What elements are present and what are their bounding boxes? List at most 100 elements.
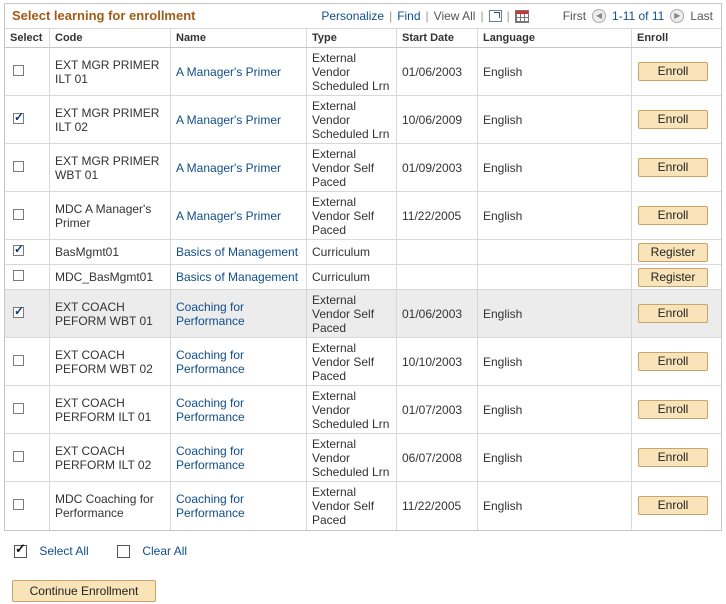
- select-cell: [5, 337, 50, 386]
- register-button[interactable]: Register: [638, 242, 708, 262]
- register-button[interactable]: Register: [638, 267, 708, 287]
- language-cell: English: [477, 95, 632, 144]
- start-date-cell: 11/22/2005: [396, 481, 478, 530]
- name-cell: A Manager's Primer: [170, 191, 307, 240]
- start-date-cell: 10/10/2003: [396, 337, 478, 386]
- enroll-cell: Enroll: [631, 337, 721, 386]
- find-link[interactable]: Find: [397, 9, 420, 23]
- clear-all-link[interactable]: Clear All: [142, 544, 187, 558]
- enroll-button[interactable]: Enroll: [638, 304, 708, 323]
- type-cell: External Vendor Self Paced: [306, 143, 397, 192]
- learning-name-link[interactable]: Basics of Management: [176, 270, 298, 284]
- table-row: BasMgmt01 Basics of Management Curriculum R…: [5, 239, 721, 265]
- grid-download-icon[interactable]: [514, 9, 529, 23]
- name-cell: Basics of Management: [170, 239, 307, 265]
- enroll-button[interactable]: Enroll: [638, 158, 708, 177]
- name-cell: A Manager's Primer: [170, 95, 307, 144]
- learning-name-link[interactable]: Coaching for Performance: [176, 444, 245, 472]
- next-icon[interactable]: ▶: [670, 9, 685, 23]
- code-cell: EXT COACH PEFORM WBT 01: [49, 289, 171, 338]
- select-checkbox[interactable]: [13, 450, 24, 462]
- enroll-cell: Enroll: [631, 433, 721, 482]
- clear-all-control[interactable]: Clear All: [117, 544, 187, 559]
- table-row: EXT COACH PEFORM WBT 02 Coaching for Perf…: [5, 337, 721, 386]
- previous-icon[interactable]: ◀: [592, 9, 607, 23]
- start-date-cell: 06/07/2008: [396, 433, 478, 482]
- enroll-button[interactable]: Enroll: [638, 62, 708, 81]
- enroll-cell: Enroll: [631, 47, 721, 96]
- select-all-control[interactable]: Select All: [14, 541, 89, 559]
- code-cell: EXT MGR PRIMER ILT 02: [49, 95, 171, 144]
- select-checkbox[interactable]: [13, 110, 24, 124]
- col-start-date: Start Date: [396, 29, 478, 48]
- select-checkbox[interactable]: [13, 498, 24, 510]
- language-cell: English: [477, 289, 632, 338]
- select-all-checkbox-icon: [14, 541, 27, 559]
- table-row: EXT MGR PRIMER WBT 01 A Manager's Primer E…: [5, 143, 721, 192]
- select-checkbox[interactable]: [13, 64, 24, 76]
- row-range: 1-11 of 11: [612, 9, 665, 23]
- type-cell: External Vendor Self Paced: [306, 337, 397, 386]
- code-cell: EXT MGR PRIMER ILT 01: [49, 47, 171, 96]
- col-language: Language: [477, 29, 632, 48]
- enroll-button[interactable]: Enroll: [638, 110, 708, 129]
- learning-name-link[interactable]: Coaching for Performance: [176, 396, 245, 424]
- learning-name-link[interactable]: Coaching for Performance: [176, 300, 245, 328]
- code-cell: MDC_BasMgmt01: [49, 264, 171, 290]
- first-link[interactable]: First: [563, 9, 586, 23]
- enroll-button[interactable]: Enroll: [638, 352, 708, 371]
- enrollment-grid: Select learning for enrollment Personali…: [4, 3, 722, 531]
- view-all-link[interactable]: View All: [434, 9, 476, 23]
- name-cell: A Manager's Primer: [170, 47, 307, 96]
- select-checkbox[interactable]: [13, 270, 24, 281]
- learning-name-link[interactable]: A Manager's Primer: [176, 161, 281, 175]
- learning-name-link[interactable]: A Manager's Primer: [176, 65, 281, 79]
- table-row: EXT MGR PRIMER ILT 01 A Manager's Primer E…: [5, 47, 721, 96]
- language-cell: English: [477, 337, 632, 386]
- enroll-cell: Enroll: [631, 143, 721, 192]
- learning-name-link[interactable]: Basics of Management: [176, 245, 298, 259]
- col-enroll: Enroll: [631, 29, 721, 48]
- select-checkbox[interactable]: [13, 304, 24, 318]
- grid-header: Select learning for enrollment Personali…: [5, 4, 721, 29]
- name-cell: Coaching for Performance: [170, 337, 307, 386]
- learning-name-link[interactable]: A Manager's Primer: [176, 209, 281, 223]
- language-cell: [477, 264, 632, 290]
- start-date-cell: 01/06/2003: [396, 289, 478, 338]
- start-date-cell: 01/06/2003: [396, 47, 478, 96]
- select-all-link[interactable]: Select All: [39, 544, 88, 558]
- enroll-button[interactable]: Enroll: [638, 448, 708, 467]
- select-checkbox[interactable]: [13, 208, 24, 220]
- type-cell: External Vendor Scheduled Lrn: [306, 95, 397, 144]
- last-link[interactable]: Last: [690, 9, 713, 23]
- table-row: MDC_BasMgmt01 Basics of Management Curricu…: [5, 264, 721, 290]
- learning-name-link[interactable]: Coaching for Performance: [176, 348, 245, 376]
- table-row: MDC A Manager's Primer A Manager's Primer…: [5, 191, 721, 240]
- code-cell: EXT COACH PEFORM WBT 02: [49, 337, 171, 386]
- table-row: EXT COACH PERFORM ILT 01 Coaching for Per…: [5, 385, 721, 434]
- learning-name-link[interactable]: Coaching for Performance: [176, 492, 245, 520]
- language-cell: English: [477, 385, 632, 434]
- grid-title: Select learning for enrollment: [12, 8, 196, 23]
- name-cell: Basics of Management: [170, 264, 307, 290]
- select-checkbox[interactable]: [13, 354, 24, 366]
- code-cell: MDC Coaching for Performance: [49, 481, 171, 530]
- enroll-cell: Enroll: [631, 481, 721, 530]
- enroll-button[interactable]: Enroll: [638, 496, 708, 516]
- grid-navigation: Personalize | Find | View All | | First …: [321, 9, 713, 23]
- learning-name-link[interactable]: A Manager's Primer: [176, 113, 281, 127]
- enroll-button[interactable]: Enroll: [638, 400, 708, 419]
- enroll-button[interactable]: Enroll: [638, 206, 708, 225]
- select-checkbox[interactable]: [13, 160, 24, 172]
- language-cell: English: [477, 191, 632, 240]
- continue-enrollment-button[interactable]: Continue Enrollment: [12, 580, 156, 602]
- select-checkbox[interactable]: [13, 242, 24, 256]
- zoom-icon[interactable]: [488, 10, 502, 22]
- enroll-cell: Register: [631, 264, 721, 290]
- select-checkbox[interactable]: [13, 402, 24, 414]
- language-cell: English: [477, 433, 632, 482]
- personalize-link[interactable]: Personalize: [321, 9, 384, 23]
- enroll-cell: Enroll: [631, 95, 721, 144]
- name-cell: Coaching for Performance: [170, 385, 307, 434]
- enroll-cell: Enroll: [631, 385, 721, 434]
